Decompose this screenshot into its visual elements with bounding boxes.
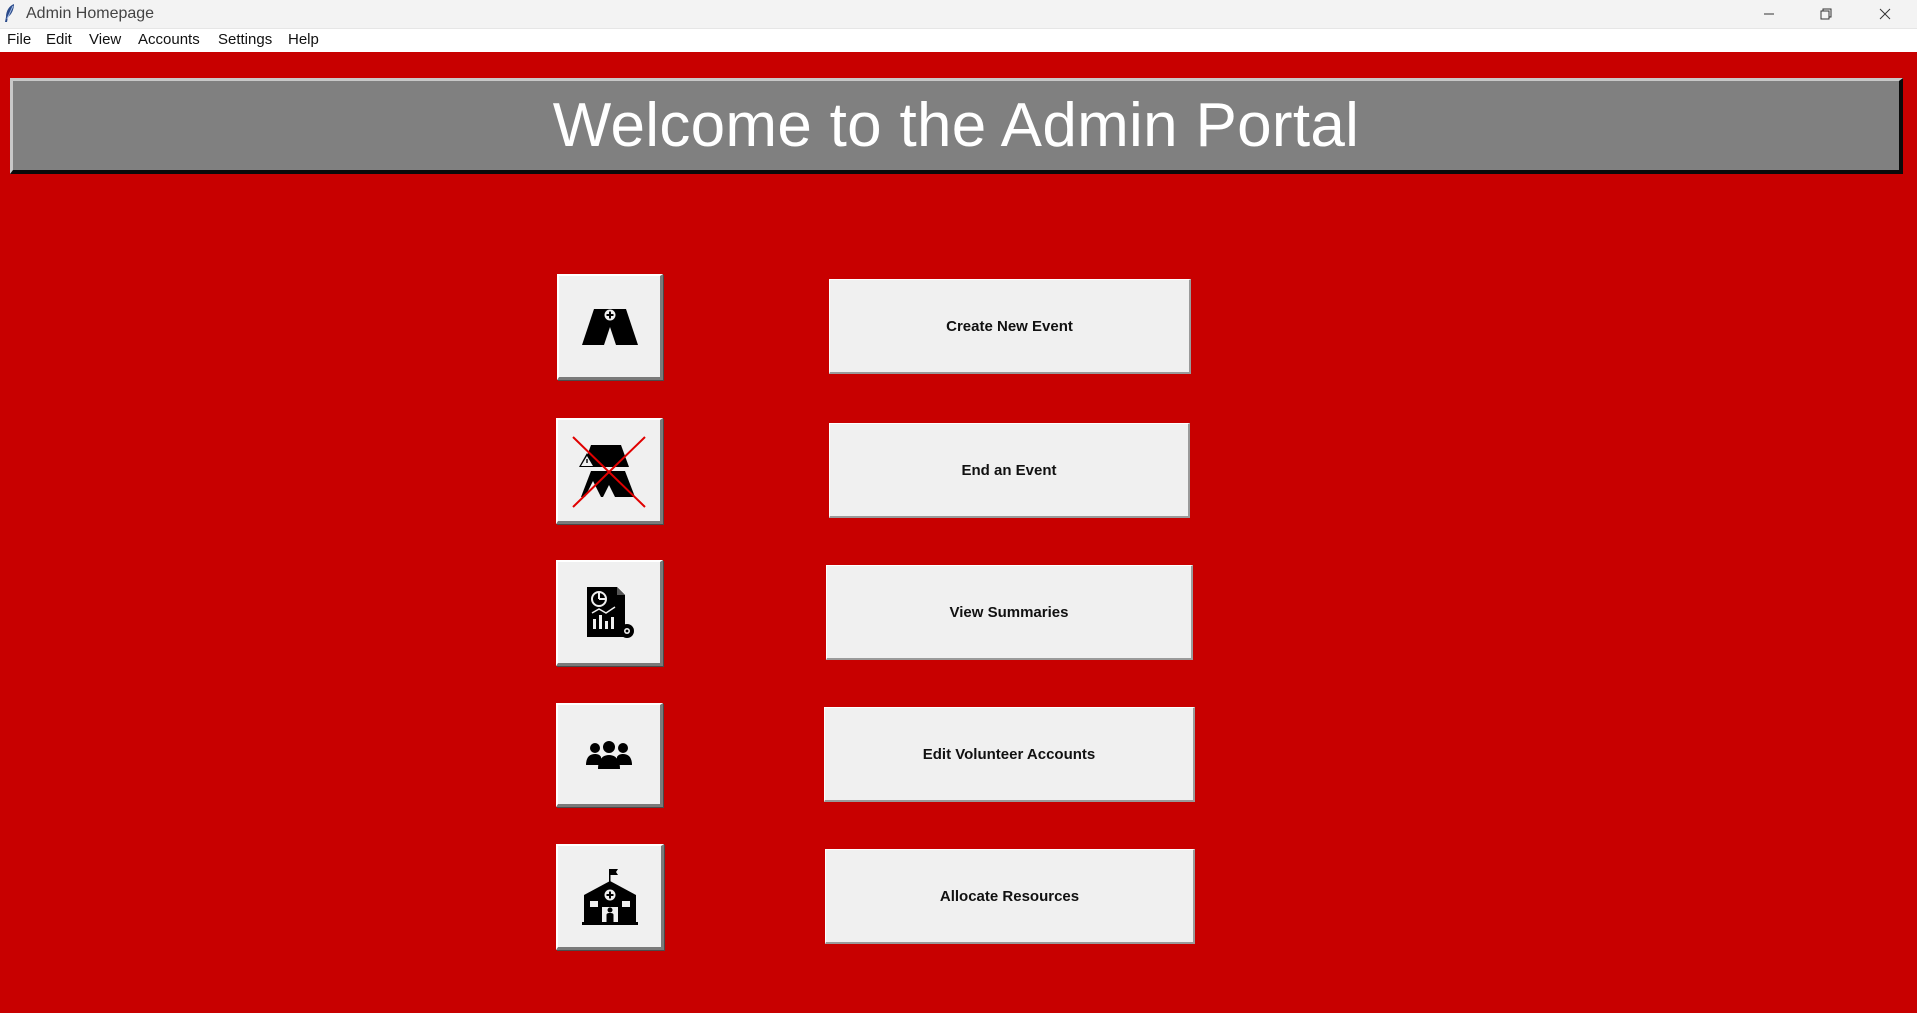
create-event-icon-button[interactable] [557,274,663,380]
main-panel: Welcome to the Admin Portal Create New E… [0,52,1917,1013]
page-title: Welcome to the Admin Portal [552,91,1360,160]
users-group-icon [586,740,632,769]
end-an-event-button[interactable]: End an Event [829,423,1190,518]
edit-volunteers-icon-button[interactable] [556,703,663,807]
menu-file[interactable]: File [7,31,31,48]
minimize-icon [1764,13,1774,15]
minimize-button[interactable] [1740,0,1798,28]
end-event-crossed-icon [572,435,646,508]
menu-bar: File Edit View Accounts Settings Help [0,29,1917,52]
edit-volunteer-accounts-button[interactable]: Edit Volunteer Accounts [824,707,1195,802]
restore-icon [1820,8,1832,20]
shelter-building-icon [581,868,638,925]
welcome-banner: Welcome to the Admin Portal [10,78,1903,174]
create-new-event-button[interactable]: Create New Event [829,279,1191,374]
end-event-icon-button[interactable] [556,418,663,524]
allocate-resources-icon-button[interactable] [556,844,664,950]
allocate-resources-button[interactable]: Allocate Resources [825,849,1195,944]
view-summaries-icon-button[interactable] [556,560,663,666]
restore-button[interactable] [1797,0,1855,28]
report-chart-icon [587,586,634,638]
feather-icon [5,4,14,22]
window-title: Admin Homepage [26,5,155,22]
view-summaries-button[interactable]: View Summaries [826,565,1193,660]
title-bar: Admin Homepage [0,0,1917,29]
close-button[interactable] [1856,0,1914,28]
menu-accounts[interactable]: Accounts [138,31,200,48]
menu-help[interactable]: Help [288,31,319,48]
menu-view[interactable]: View [89,31,121,48]
menu-edit[interactable]: Edit [46,31,72,48]
tent-medical-icon [581,308,638,345]
close-icon [1879,8,1891,20]
menu-settings[interactable]: Settings [218,31,272,48]
